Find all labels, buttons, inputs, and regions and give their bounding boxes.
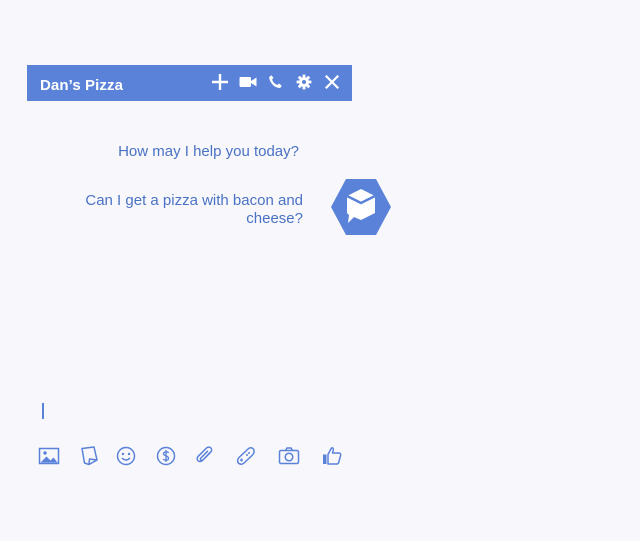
close-icon[interactable] — [322, 72, 342, 92]
text-cursor — [42, 403, 44, 419]
chat-header: Dan’s Pizza — [27, 65, 352, 101]
emoji-icon[interactable] — [114, 444, 138, 468]
chat-window: Dan’s Pizza How may I help you today? Ca… — [0, 0, 640, 541]
plus-icon[interactable] — [210, 72, 230, 92]
attachment-icon[interactable] — [193, 444, 217, 468]
header-actions — [210, 72, 342, 92]
phone-icon[interactable] — [266, 72, 286, 92]
game-icon[interactable] — [234, 444, 258, 468]
sticker-icon[interactable] — [77, 444, 101, 468]
message-input[interactable] — [42, 403, 342, 421]
avatar — [330, 178, 392, 236]
message-outgoing: Can I get a pizza with bacon and cheese? — [85, 192, 303, 227]
gear-icon[interactable] — [294, 72, 314, 92]
image-icon[interactable] — [37, 444, 61, 468]
payment-icon[interactable] — [154, 444, 178, 468]
chat-title: Dan’s Pizza — [40, 77, 124, 94]
camera-icon[interactable] — [277, 444, 301, 468]
message-incoming: How may I help you today? — [118, 143, 299, 160]
video-camera-icon[interactable] — [238, 72, 258, 92]
like-icon[interactable] — [320, 444, 344, 468]
